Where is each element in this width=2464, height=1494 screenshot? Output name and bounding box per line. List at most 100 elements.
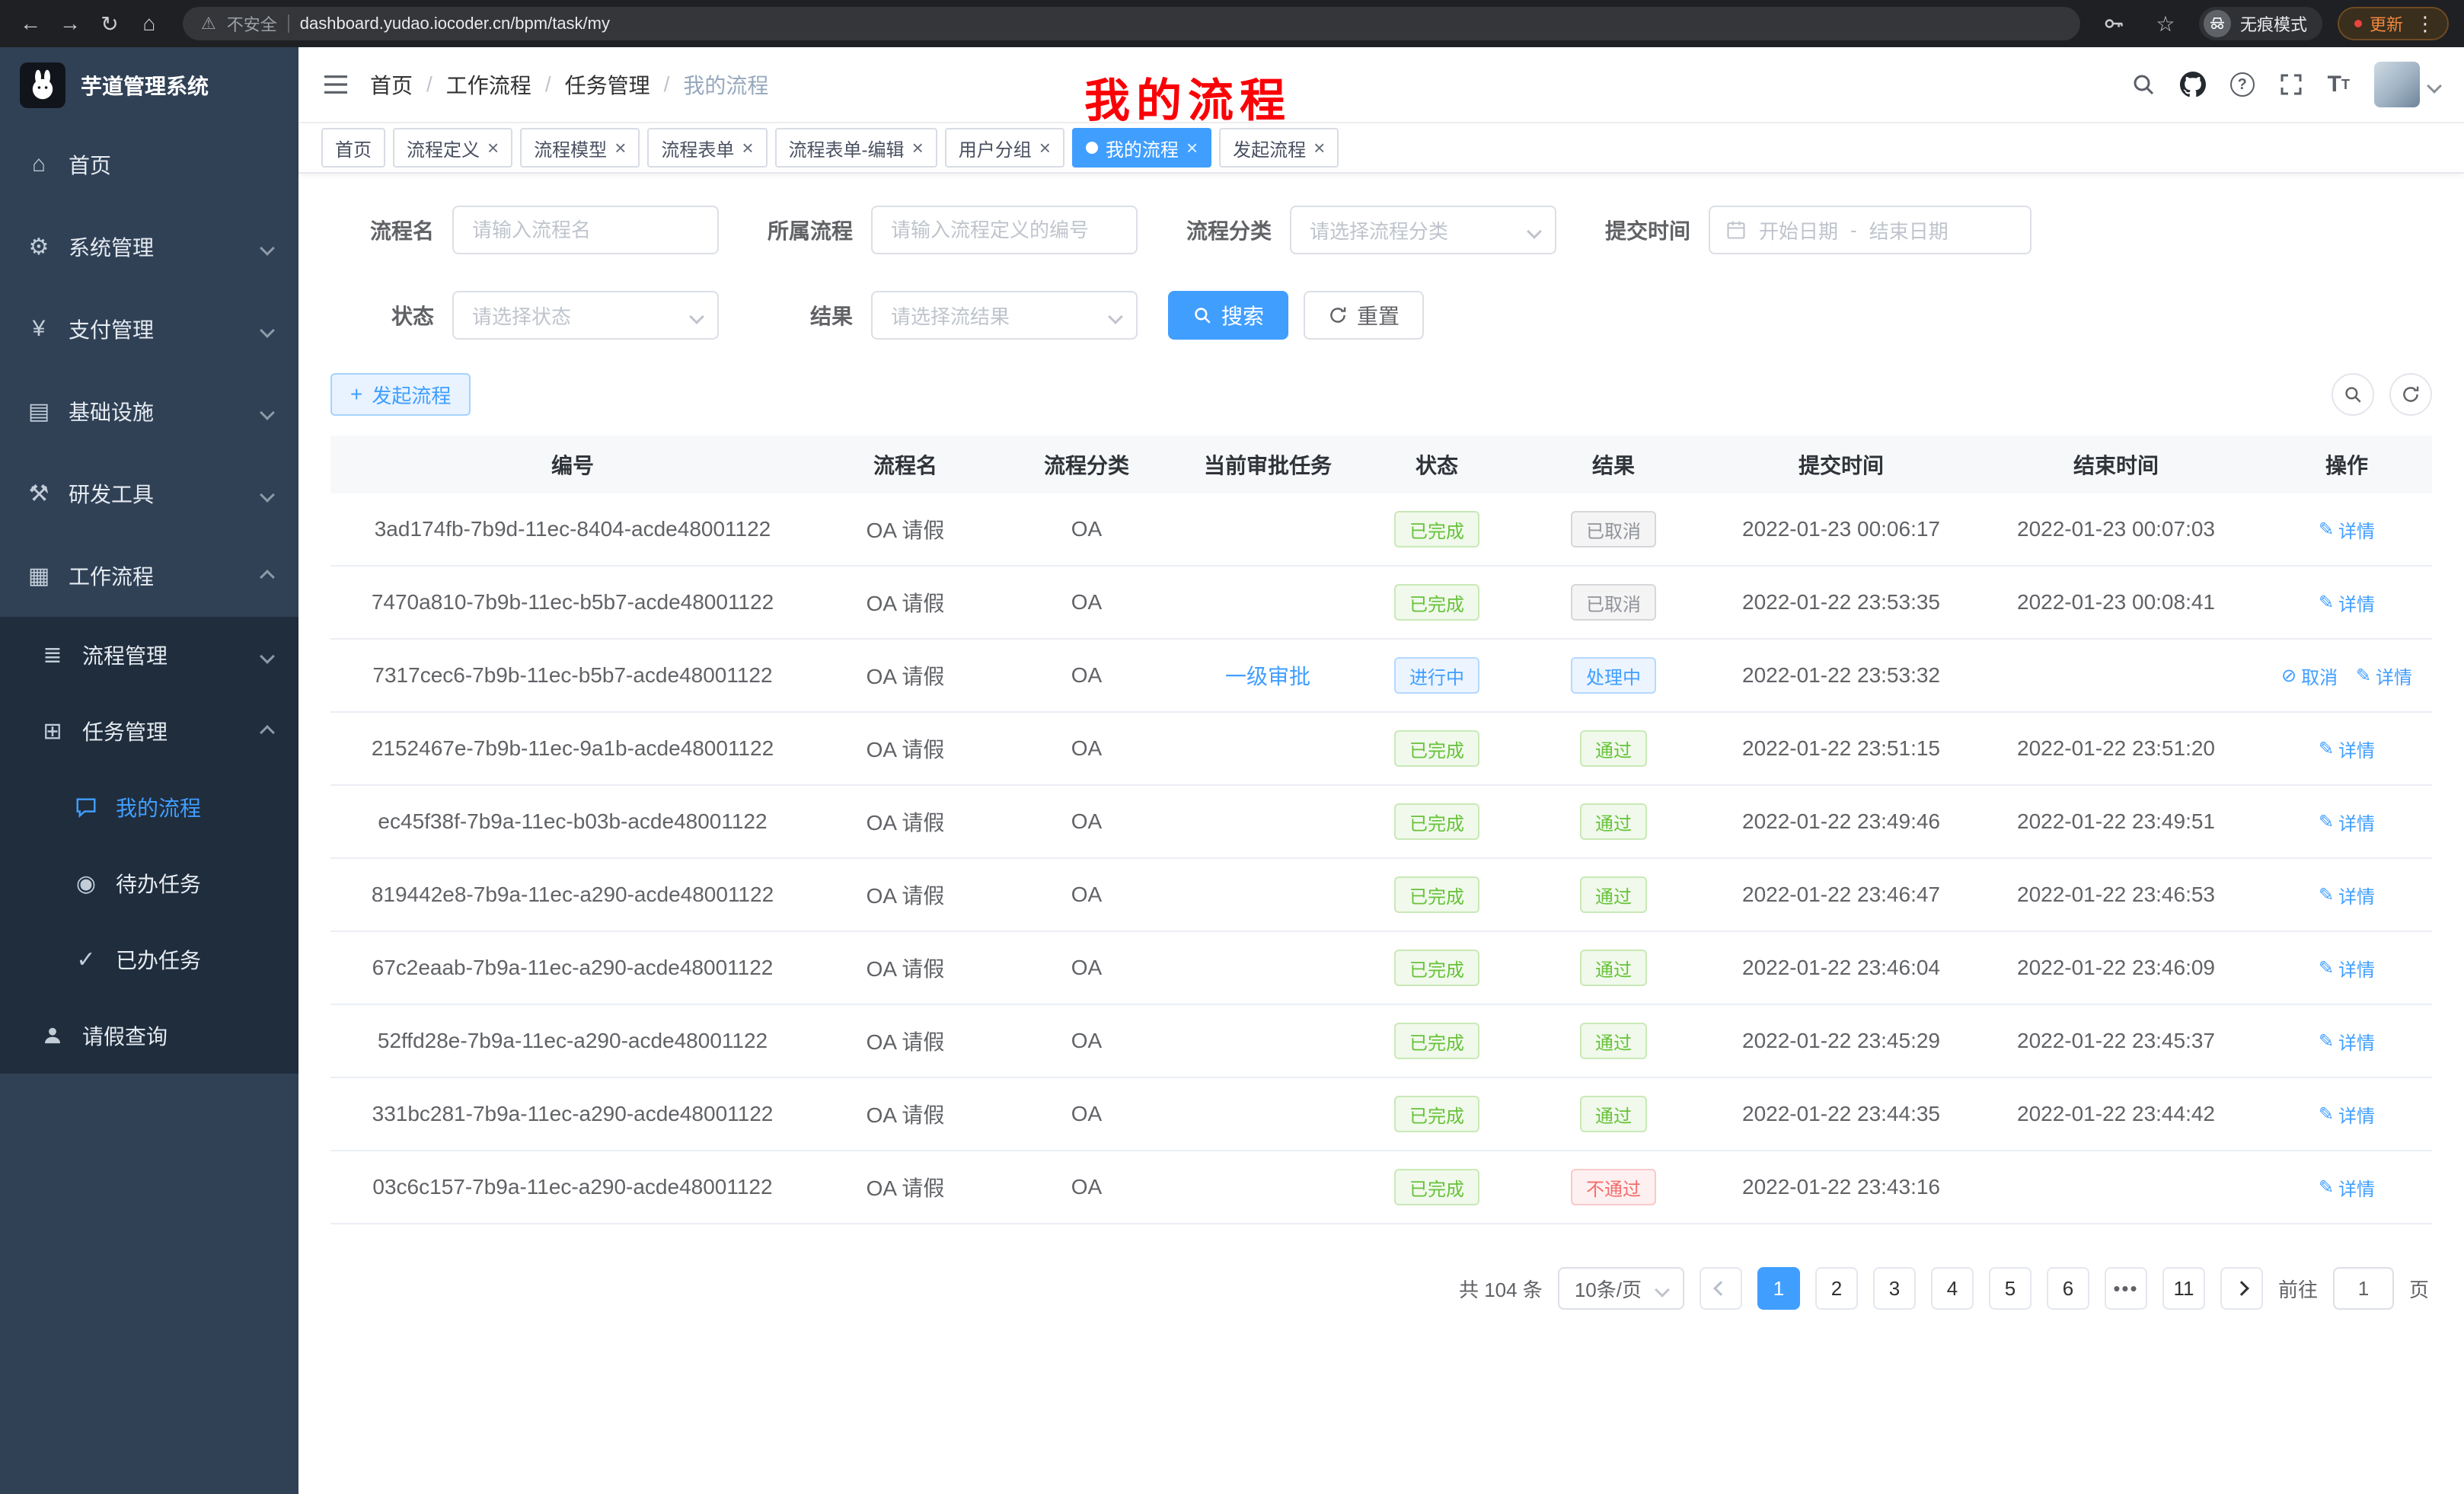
table-row[interactable]: 331bc281-7b9a-11ec-a290-acde48001122 OA …	[330, 1078, 2432, 1151]
tab[interactable]: 我的流程 ×	[1072, 128, 1211, 168]
tab-close-icon[interactable]: ×	[912, 138, 924, 158]
search-button[interactable]: 搜索	[1168, 291, 1288, 340]
detail-link[interactable]: ✎ 详情	[2319, 1101, 2375, 1128]
table-row[interactable]: ec45f38f-7b9a-11ec-b03b-acde48001122 OA …	[330, 786, 2432, 859]
sidebar-item-leave-query[interactable]: 请假查询	[0, 998, 298, 1074]
detail-link[interactable]: ✎ 详情	[2319, 1028, 2375, 1055]
sidebar-item-todo-tasks[interactable]: ◉ 待办任务	[0, 845, 298, 921]
table-row[interactable]: 819442e8-7b9a-11ec-a290-acde48001122 OA …	[330, 859, 2432, 932]
detail-link[interactable]: ✎ 详情	[2319, 736, 2375, 762]
page-button[interactable]: 5	[1989, 1267, 2032, 1310]
tab-close-icon[interactable]: ×	[1186, 138, 1198, 158]
detail-link[interactable]: ✎ 详情	[2319, 589, 2375, 616]
sidebar-item-home[interactable]: ⌂ 首页	[0, 123, 298, 206]
sidebar-item-done-tasks[interactable]: ✓ 已办任务	[0, 921, 298, 998]
browser-chrome: ← → ↻ ⌂ ⚠ 不安全 dashboard.yudao.iocoder.cn…	[0, 0, 2464, 47]
update-button[interactable]: 更新 ⋮	[2338, 7, 2449, 40]
sidebar-item-infrastructure[interactable]: ▤ 基础设施	[0, 370, 298, 452]
tab-close-icon[interactable]: ×	[742, 138, 753, 158]
detail-link[interactable]: ✎ 详情	[2356, 662, 2412, 689]
sidebar-item-system[interactable]: ⚙ 系统管理	[0, 206, 298, 288]
tab-close-icon[interactable]: ×	[614, 138, 626, 158]
table-row[interactable]: 3ad174fb-7b9d-11ec-8404-acde48001122 OA …	[330, 493, 2432, 567]
table-row[interactable]: 7470a810-7b9b-11ec-b5b7-acde48001122 OA …	[330, 567, 2432, 640]
current-task-link[interactable]: 一级审批	[1225, 665, 1310, 688]
next-page-button[interactable]	[2220, 1267, 2263, 1310]
table-row[interactable]: 52ffd28e-7b9a-11ec-a290-acde48001122 OA …	[330, 1005, 2432, 1078]
breadcrumb-item[interactable]: 任务管理	[565, 69, 650, 100]
sidebar-toggle-icon[interactable]	[323, 73, 349, 96]
show-search-button[interactable]	[2332, 373, 2374, 416]
browser-reload-icon[interactable]: ↻	[91, 5, 128, 42]
font-size-icon[interactable]: TT	[2328, 73, 2350, 96]
tab[interactable]: 流程表单-编辑 ×	[775, 128, 937, 168]
tab[interactable]: 流程定义 ×	[393, 128, 512, 168]
cancel-link[interactable]: ⊘ 取消	[2281, 662, 2338, 689]
chevron-down-icon	[1110, 304, 1121, 327]
tab[interactable]: 流程模型 ×	[520, 128, 640, 168]
address-divider	[288, 14, 289, 33]
detail-link[interactable]: ✎ 详情	[2319, 955, 2375, 982]
page-button[interactable]: 6	[2047, 1267, 2089, 1310]
column-header: 流程分类	[996, 449, 1177, 480]
sidebar-item-workflow[interactable]: ▦ 工作流程	[0, 535, 298, 617]
page-button[interactable]: •••	[2105, 1267, 2147, 1310]
help-icon[interactable]: ?	[2230, 72, 2255, 97]
tab[interactable]: 发起流程 ×	[1219, 128, 1339, 168]
table-row[interactable]: 2152467e-7b9b-11ec-9a1b-acde48001122 OA …	[330, 713, 2432, 786]
breadcrumb-item[interactable]: 工作流程	[446, 69, 531, 100]
tab[interactable]: 用户分组 ×	[945, 128, 1064, 168]
reset-button[interactable]: 重置	[1304, 291, 1424, 340]
end-date-placeholder[interactable]: 结束日期	[1869, 216, 1949, 244]
category-select[interactable]: 请选择流程分类	[1290, 206, 1556, 254]
app-title: 芋道管理系统	[81, 70, 209, 101]
breadcrumb: 首页 / 工作流程 / 任务管理 / 我的流程	[370, 69, 768, 100]
tab-close-icon[interactable]: ×	[1039, 138, 1051, 158]
tab-close-icon[interactable]: ×	[1313, 138, 1325, 158]
page-button[interactable]: 1	[1757, 1267, 1800, 1310]
sidebar-item-process-management[interactable]: ≣ 流程管理	[0, 617, 298, 693]
tab-close-icon[interactable]: ×	[487, 138, 499, 158]
detail-link[interactable]: ✎ 详情	[2319, 809, 2375, 835]
sidebar-item-payment[interactable]: ¥ 支付管理	[0, 288, 298, 370]
page-button[interactable]: 2	[1815, 1267, 1858, 1310]
sidebar-item-task-management[interactable]: ⊞ 任务管理	[0, 693, 298, 769]
fullscreen-icon[interactable]	[2279, 72, 2303, 97]
detail-link[interactable]: ✎ 详情	[2319, 882, 2375, 908]
incognito-chip[interactable]: 无痕模式	[2199, 7, 2322, 40]
bookmark-star-icon[interactable]: ☆	[2147, 5, 2184, 42]
tab[interactable]: 流程表单 ×	[647, 128, 767, 168]
sidebar-item-my-process[interactable]: 我的流程	[0, 769, 298, 845]
page-button[interactable]: 4	[1931, 1267, 1974, 1310]
browser-menu-icon[interactable]: ⋮	[2415, 12, 2435, 36]
user-menu[interactable]	[2374, 62, 2440, 107]
sidebar-item-devtools[interactable]: ⚒ 研发工具	[0, 452, 298, 535]
parent-process-input[interactable]	[871, 206, 1138, 254]
result-select[interactable]: 请选择流结果	[871, 291, 1138, 340]
status-select[interactable]: 请选择状态	[452, 291, 719, 340]
github-icon[interactable]	[2180, 72, 2206, 97]
address-bar[interactable]: ⚠ 不安全 dashboard.yudao.iocoder.cn/bpm/tas…	[183, 7, 2080, 40]
start-date-placeholder[interactable]: 开始日期	[1759, 216, 1838, 244]
table-row[interactable]: 03c6c157-7b9a-11ec-a290-acde48001122 OA …	[330, 1151, 2432, 1224]
table-row[interactable]: 7317cec6-7b9b-11ec-b5b7-acde48001122 OA …	[330, 640, 2432, 713]
browser-back-icon[interactable]: ←	[12, 5, 49, 42]
search-icon[interactable]	[2131, 72, 2156, 97]
goto-page-input[interactable]	[2333, 1267, 2394, 1310]
start-process-button[interactable]: + 发起流程	[330, 373, 471, 416]
prev-page-button[interactable]	[1700, 1267, 1742, 1310]
page-size-select[interactable]: 10条/页	[1558, 1267, 1684, 1310]
detail-link[interactable]: ✎ 详情	[2319, 516, 2375, 543]
browser-forward-icon[interactable]: →	[52, 5, 88, 42]
password-key-icon[interactable]	[2095, 5, 2132, 42]
page-button[interactable]: 11	[2162, 1267, 2205, 1310]
page-button[interactable]: 3	[1873, 1267, 1916, 1310]
table-row[interactable]: 67c2eaab-7b9a-11ec-a290-acde48001122 OA …	[330, 932, 2432, 1005]
process-name-input[interactable]	[452, 206, 719, 254]
tab[interactable]: 首页 ×	[321, 128, 385, 168]
refresh-table-button[interactable]	[2389, 373, 2432, 416]
detail-link[interactable]: ✎ 详情	[2319, 1174, 2375, 1201]
breadcrumb-item[interactable]: 首页	[370, 69, 413, 100]
submit-time-range[interactable]: 开始日期 - 结束日期	[1709, 206, 2032, 254]
browser-home-icon[interactable]: ⌂	[131, 5, 168, 42]
